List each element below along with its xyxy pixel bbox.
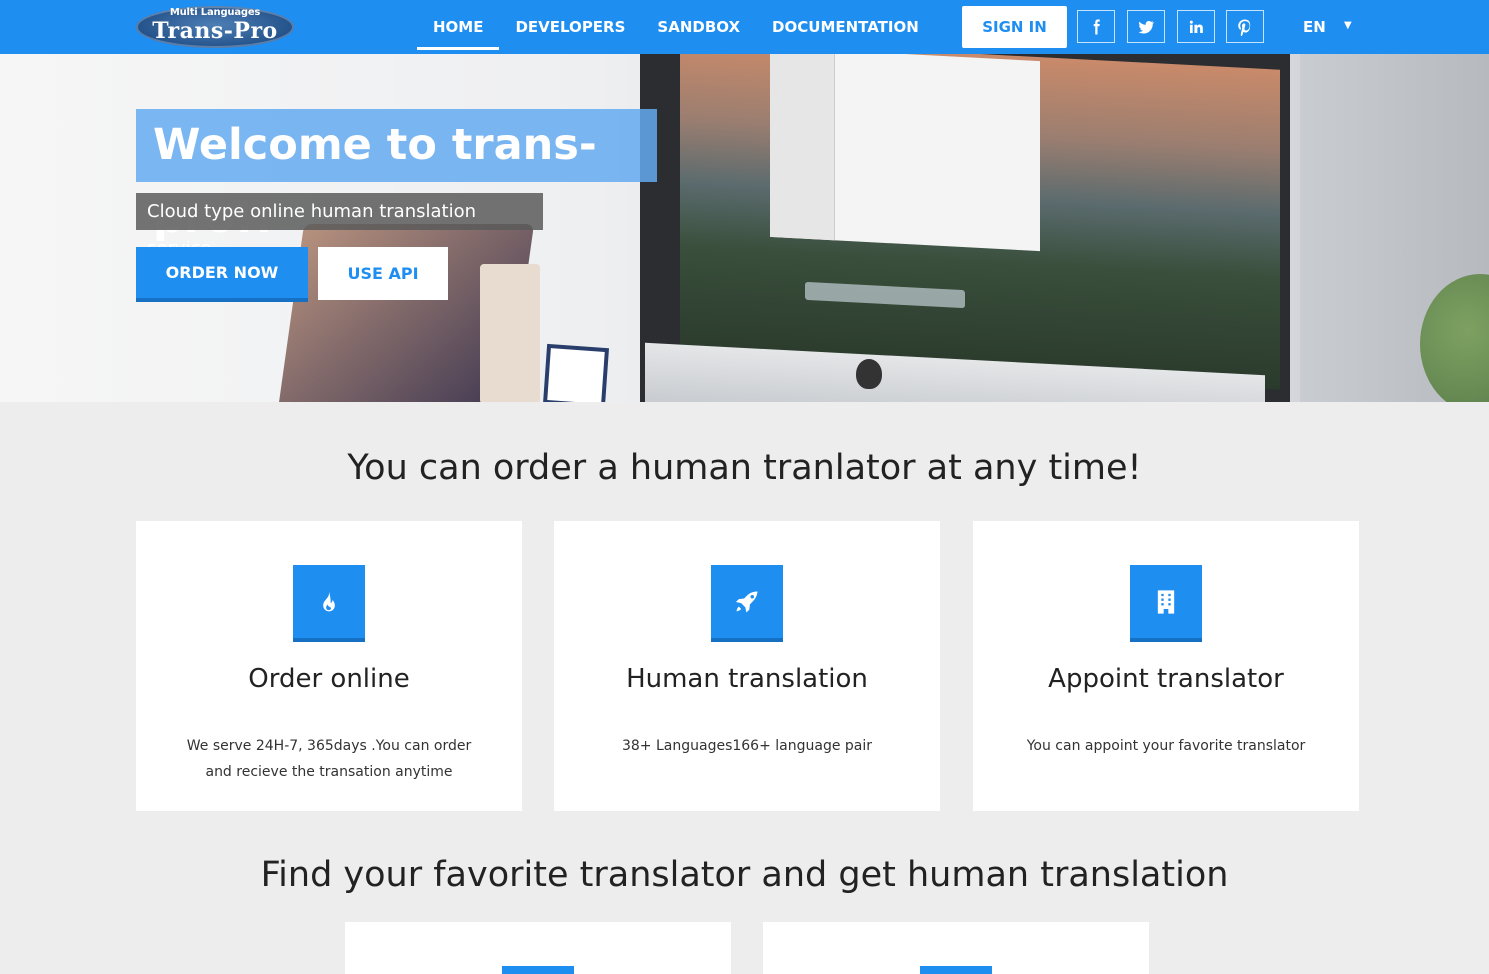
hero-title: Welcome to trans-pro!! — [136, 109, 657, 243]
fire-icon — [293, 565, 365, 642]
translator-card-icon — [502, 966, 574, 974]
rocket-icon — [711, 565, 783, 642]
feature-description: 38+ Languages166+ language pair — [621, 738, 873, 754]
nav-links: HOME DEVELOPERS SANDBOX DOCUMENTATION — [417, 0, 935, 54]
feature-card-order-online: Order online We serve 24H-7, 365days .Yo… — [136, 521, 522, 811]
signin-button[interactable]: SIGN IN — [962, 6, 1067, 48]
section-title-translator: Find your favorite translator and get hu… — [260, 855, 1229, 895]
feature-title: Appoint translator — [1048, 664, 1284, 694]
linkedin-icon[interactable] — [1177, 10, 1215, 43]
apple-logo-icon — [856, 359, 882, 389]
section-title-order: You can order a human tranlator at any t… — [347, 448, 1142, 488]
trans-pro-logo[interactable]: Multi Languages Trans-Pro — [136, 6, 294, 48]
pinterest-icon[interactable] — [1226, 10, 1264, 43]
nav-sandbox[interactable]: SANDBOX — [641, 0, 756, 54]
facebook-icon[interactable] — [1077, 10, 1115, 43]
feature-description: You can appoint your favorite translator — [1026, 738, 1306, 754]
hero-bg-card — [542, 343, 610, 402]
logo-small-text: Multi Languages — [169, 7, 261, 18]
order-now-button[interactable]: ORDER NOW — [136, 247, 308, 302]
top-navbar: Multi Languages Trans-Pro HOME DEVELOPER… — [0, 0, 1489, 54]
nav-home[interactable]: HOME — [417, 0, 500, 54]
hero-bg-window — [770, 54, 1040, 252]
use-api-button[interactable]: USE API — [318, 247, 448, 300]
feature-title: Order online — [248, 664, 410, 694]
building-icon — [1130, 565, 1202, 642]
nav-developers[interactable]: DEVELOPERS — [499, 0, 641, 54]
twitter-icon[interactable] — [1127, 10, 1165, 43]
translator-card — [763, 922, 1149, 974]
nav-documentation[interactable]: DOCUMENTATION — [756, 0, 935, 54]
caret-down-icon[interactable]: ▼ — [1344, 20, 1352, 31]
feature-description: We serve 24H-7, 365days .You can order a… — [186, 738, 472, 780]
logo-big-text: Trans-Pro — [152, 18, 278, 44]
feature-card-human-translation: Human translation 38+ Languages166+ lang… — [554, 521, 940, 811]
language-selector[interactable]: EN — [1303, 0, 1326, 54]
translator-card — [345, 922, 731, 974]
hero-subtitle: Cloud type online human translation serv… — [136, 193, 543, 259]
feature-card-appoint-translator: Appoint translator You can appoint your … — [973, 521, 1359, 811]
translator-card-icon — [920, 966, 992, 974]
hero-bg-cup — [480, 264, 540, 402]
feature-title: Human translation — [626, 664, 868, 694]
